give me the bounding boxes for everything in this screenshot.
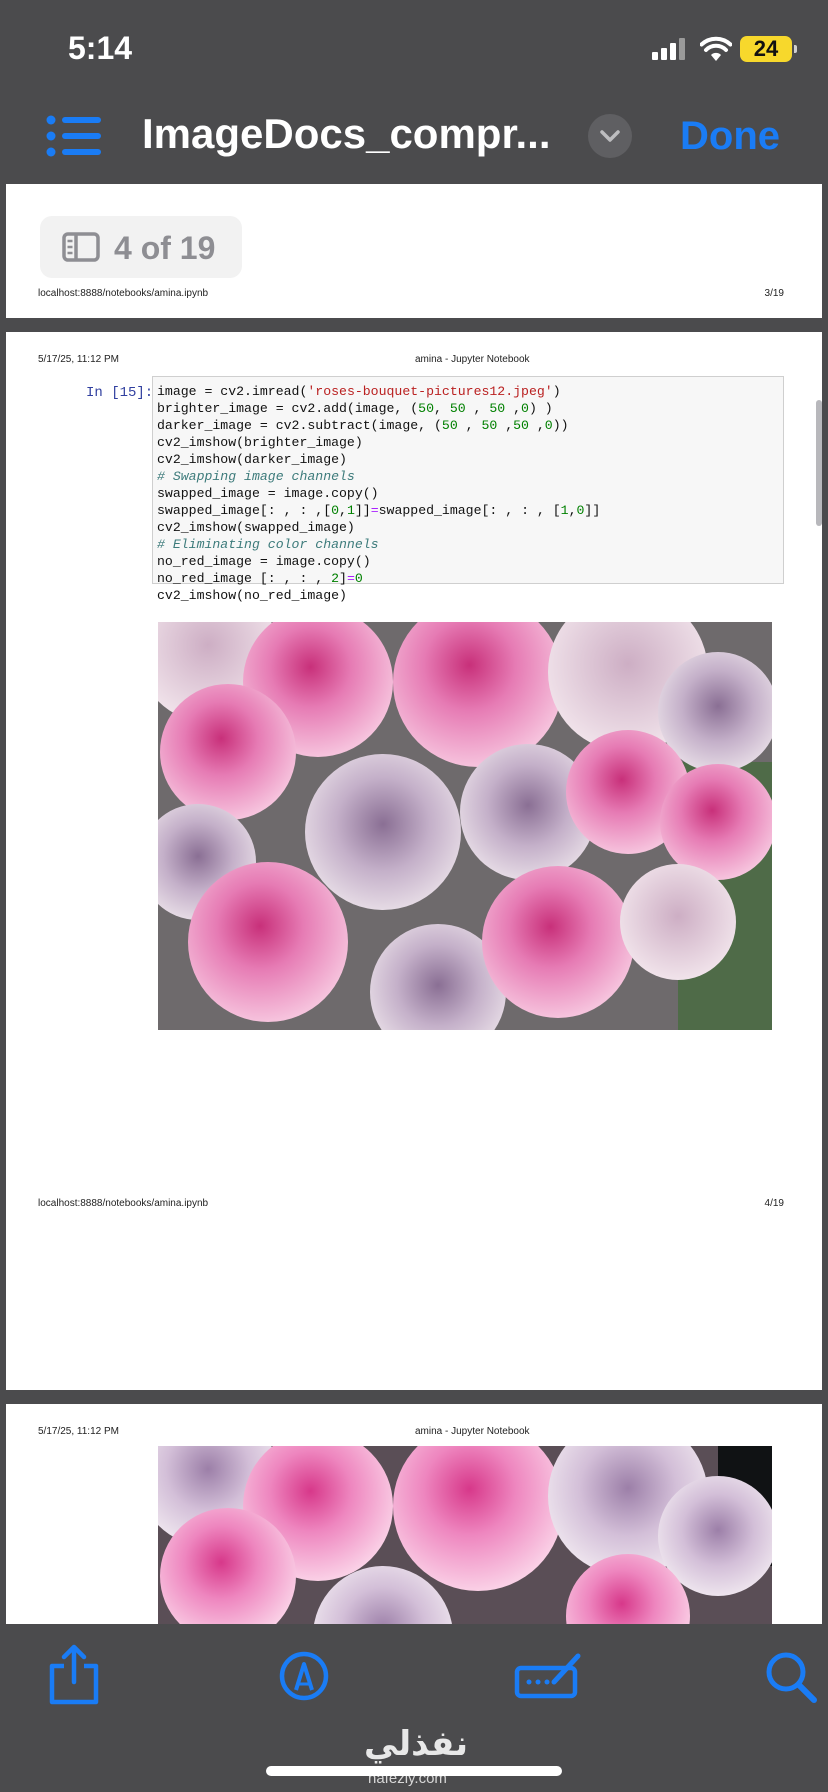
chevron-down-icon — [600, 130, 620, 142]
list-icon[interactable] — [46, 114, 102, 158]
page-header-title: amina - Jupyter Notebook — [415, 354, 530, 365]
cellular-signal-icon — [652, 38, 686, 60]
signature-icon[interactable] — [514, 1644, 584, 1706]
code-line: no_red_image [: , : , 2]=0 — [157, 571, 363, 586]
code-line: swapped_image = image.copy() — [157, 486, 379, 501]
page-indicator-text: 4 of 19 — [114, 230, 216, 266]
markup-icon[interactable] — [274, 1644, 334, 1706]
wifi-icon — [700, 36, 732, 61]
status-bar: 5:14 24 — [0, 0, 828, 90]
watermark-logo: نفذلي — [364, 1724, 469, 1764]
page-footer-url: localhost:8888/notebooks/amina.ipynb — [38, 288, 209, 299]
done-button[interactable]: Done — [680, 114, 780, 159]
code-line: no_red_image = image.copy() — [157, 554, 371, 569]
code-cell: image = cv2.imread('roses-bouquet-pictur… — [152, 376, 784, 603]
home-indicator[interactable] — [266, 1766, 562, 1776]
code-line: cv2_imshow(brighter_image) — [157, 435, 363, 450]
code-line: darker_image = cv2.subtract(image, (50 ,… — [157, 418, 569, 433]
pdf-page-4: 5/17/25, 11:12 PM amina - Jupyter Notebo… — [6, 332, 822, 1390]
bottom-toolbar: نفذلي nafezly.com — [0, 1624, 828, 1792]
code-line: brighter_image = cv2.add(image, (50, 50 … — [157, 401, 553, 416]
page-header-date: 5/17/25, 11:12 PM — [38, 1426, 119, 1437]
search-icon[interactable] — [762, 1644, 822, 1706]
code-comment: # Eliminating color channels — [157, 537, 379, 552]
cell-prompt: In [15]: — [86, 385, 154, 401]
roses-output-image — [158, 622, 772, 1030]
page-footer-number: 3/19 — [764, 288, 784, 299]
document-title[interactable]: ImageDocs_compr... — [142, 110, 551, 158]
code-comment: # Swapping image channels — [157, 469, 355, 484]
code-line: image = cv2.imread('roses-bouquet-pictur… — [157, 384, 561, 399]
battery-icon: 24 — [740, 36, 797, 62]
pdf-page-5: 5/17/25, 11:12 PM amina - Jupyter Notebo… — [6, 1404, 822, 1624]
code-line: swapped_image[: , : ,[0,1]]=swapped_imag… — [157, 503, 601, 518]
code-line: cv2_imshow(swapped_image) — [157, 520, 355, 535]
brighter-roses-output-image — [158, 1446, 772, 1624]
status-time: 5:14 — [68, 30, 133, 66]
scroll-indicator[interactable] — [816, 400, 822, 526]
share-icon[interactable] — [44, 1644, 104, 1706]
page-header-title: amina - Jupyter Notebook — [415, 1426, 530, 1437]
page-header-date: 5/17/25, 11:12 PM — [38, 354, 119, 365]
pdf-page-3: 4 of 19 localhost:8888/notebooks/amina.i… — [6, 184, 822, 318]
code-string: 'roses-bouquet-pictures12.jpeg' — [307, 384, 553, 399]
page-footer-url: localhost:8888/notebooks/amina.ipynb — [38, 1198, 209, 1209]
page-indicator[interactable]: 4 of 19 — [40, 216, 242, 278]
page-footer-number: 4/19 — [764, 1198, 784, 1209]
code-line: cv2_imshow(no_red_image) — [157, 588, 347, 603]
title-menu-button[interactable] — [588, 114, 632, 158]
nav-bar: ImageDocs_compr... Done — [0, 90, 828, 184]
code-line: cv2_imshow(darker_image) — [157, 452, 347, 467]
sidebar-icon — [62, 232, 100, 262]
